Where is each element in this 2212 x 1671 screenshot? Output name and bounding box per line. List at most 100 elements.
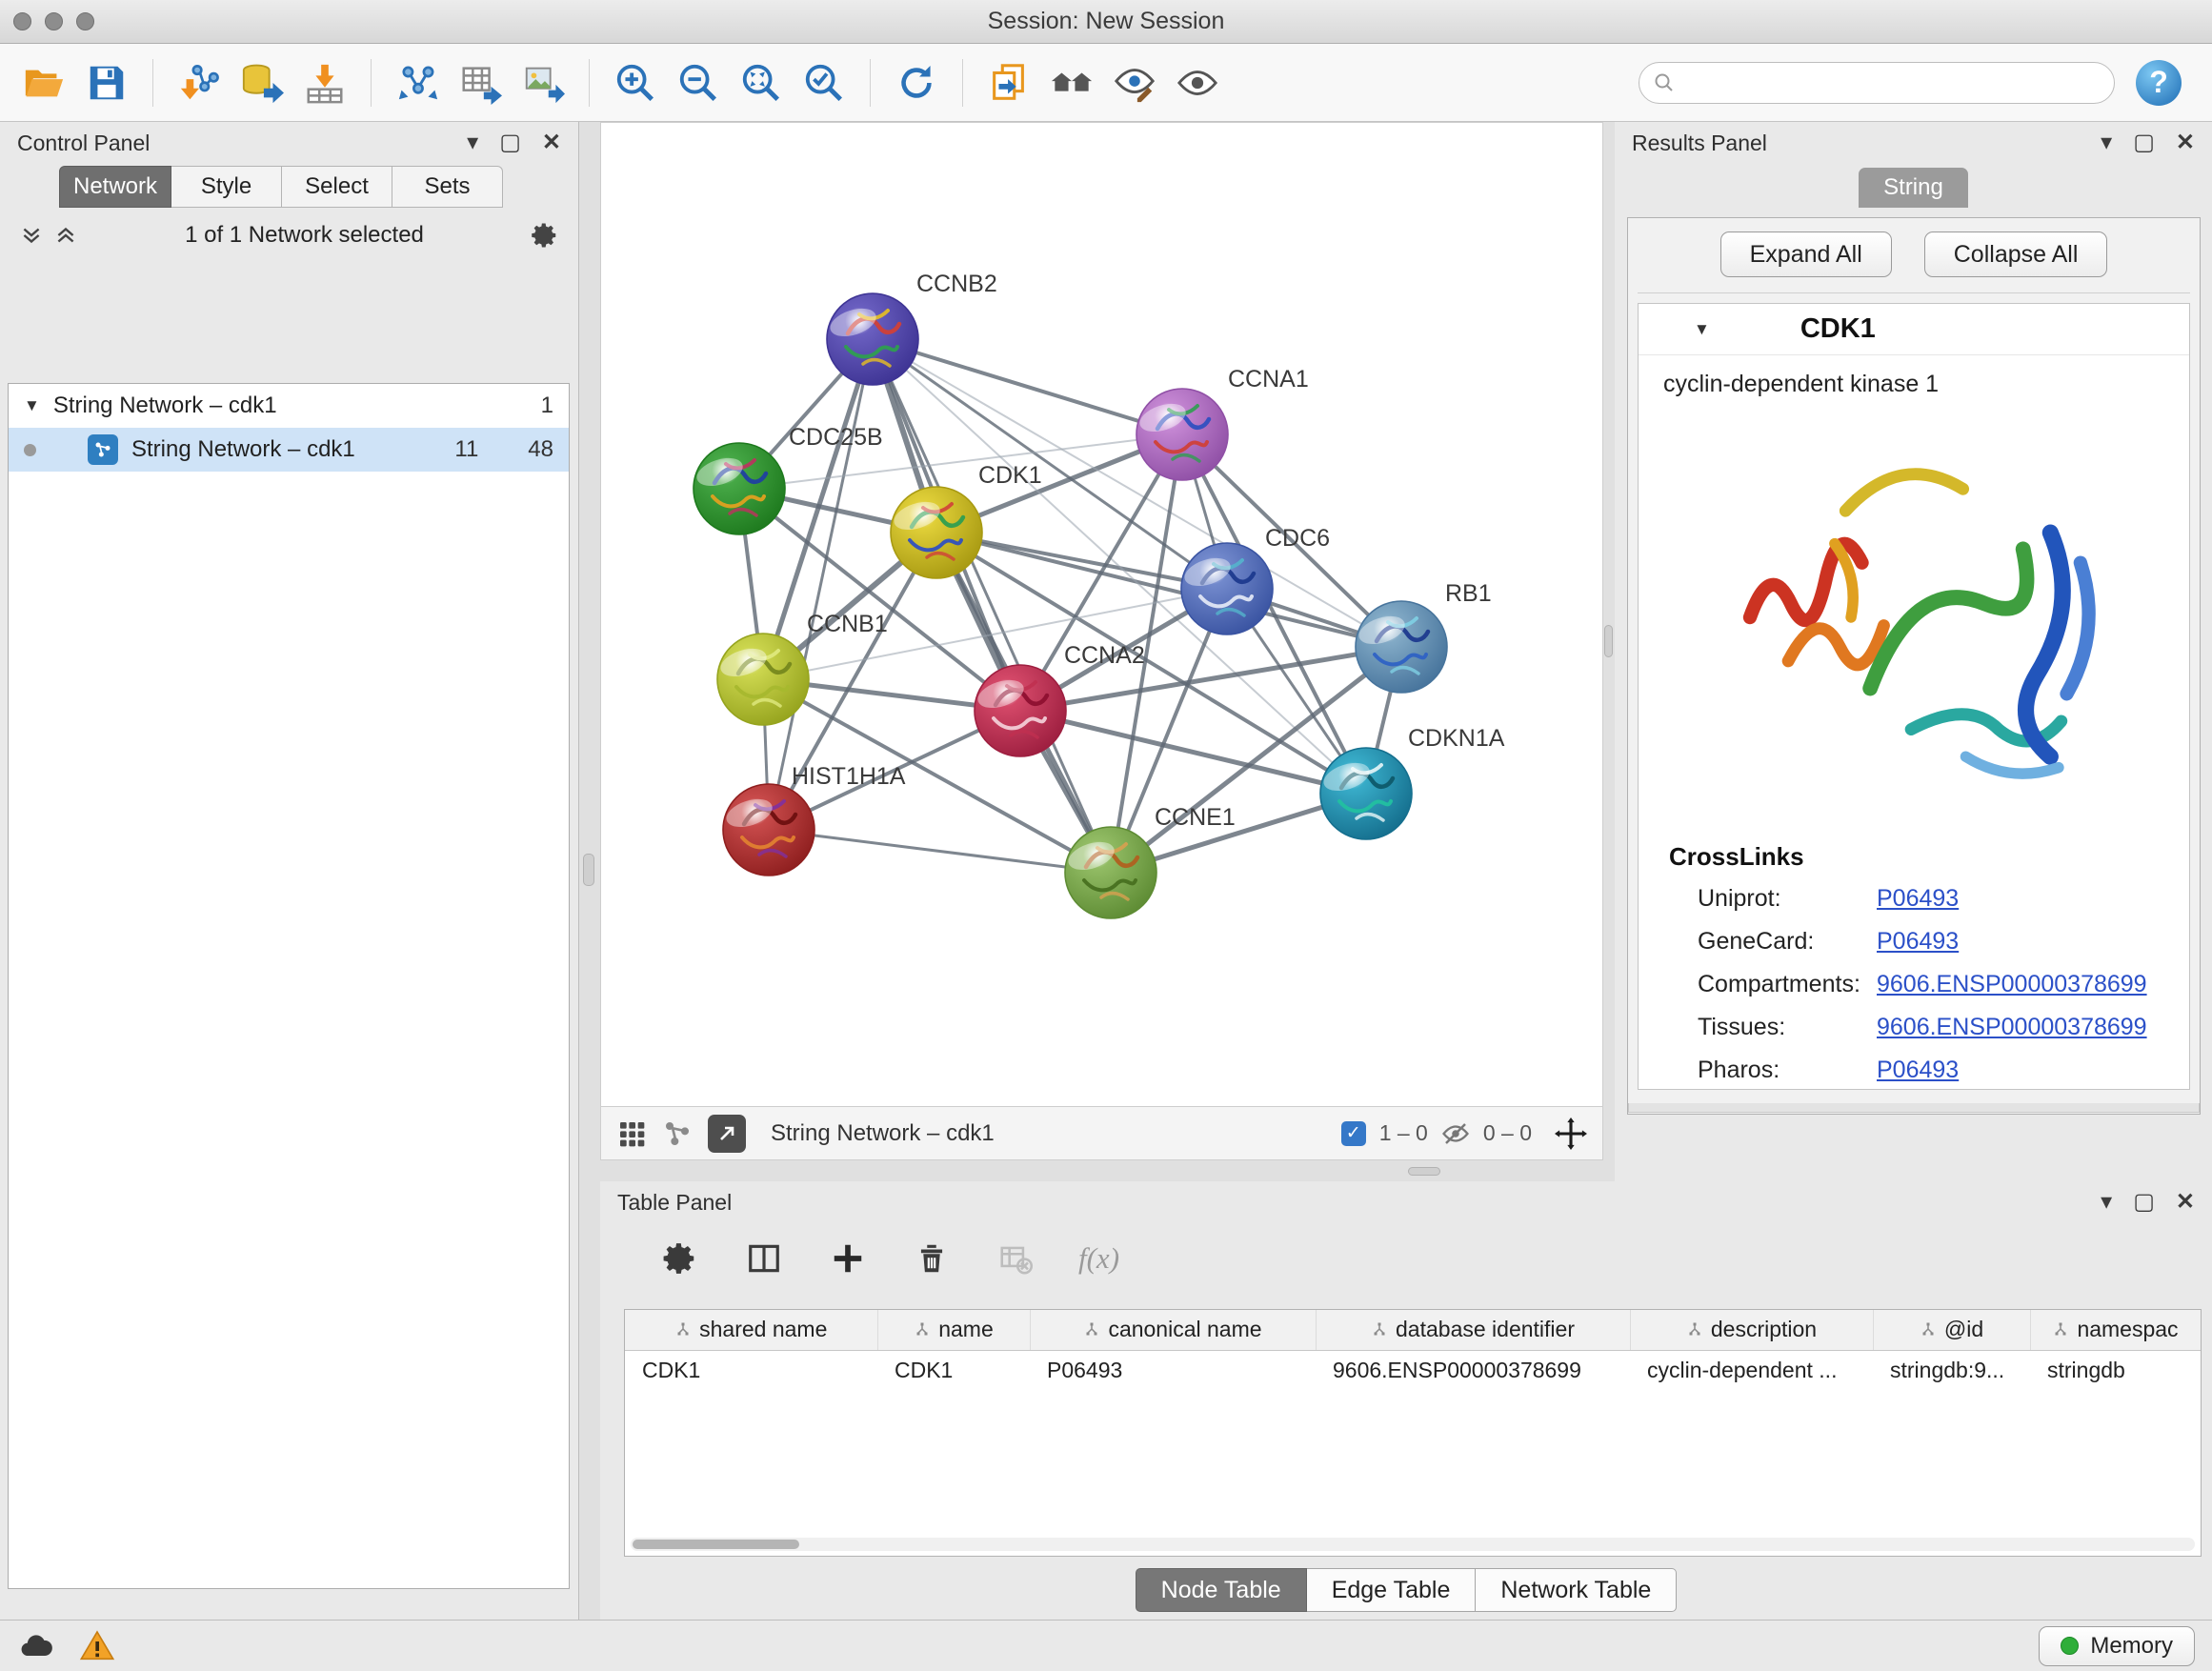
table-cell[interactable]: cyclin-dependent ... xyxy=(1630,1350,1873,1390)
column-header-shared-name[interactable]: shared name xyxy=(625,1310,877,1350)
pan-tool-icon[interactable] xyxy=(1555,1117,1587,1150)
open-in-new-icon[interactable] xyxy=(708,1115,746,1153)
network-node-CDC25B[interactable] xyxy=(694,443,785,534)
graphics-details-button[interactable] xyxy=(1106,53,1163,112)
column-header-name[interactable]: name xyxy=(877,1310,1030,1350)
crosslink-link[interactable]: 9606.ENSP00000378699 xyxy=(1877,971,2147,998)
help-button[interactable]: ? xyxy=(2136,60,2182,106)
table-cell[interactable]: stringdb xyxy=(2030,1350,2201,1390)
import-table-button[interactable] xyxy=(296,53,353,112)
import-network-from-database-button[interactable] xyxy=(233,53,291,112)
control-panel-float-icon[interactable]: ▢ xyxy=(499,131,521,154)
column-header-canonical-name[interactable]: canonical name xyxy=(1030,1310,1316,1350)
column-header-description[interactable]: description xyxy=(1630,1310,1873,1350)
results-panel-collapse-icon[interactable]: ▾ xyxy=(2101,131,2112,154)
collection-disclosure-icon[interactable]: ▼ xyxy=(24,396,40,415)
table-settings-gear-icon[interactable] xyxy=(659,1238,701,1279)
network-view[interactable]: CCNB2CCNA1CDC25BCDK1CDC6RB1CCNB1CCNA2CDK… xyxy=(600,122,1603,1107)
table-hscroll-thumb[interactable] xyxy=(633,1540,799,1549)
tab-network[interactable]: Network xyxy=(59,166,171,208)
network-edge-CCNB2-CCNA1[interactable] xyxy=(873,339,1182,434)
results-panel-close-icon[interactable]: ✕ xyxy=(2176,131,2195,154)
export-table-button[interactable] xyxy=(452,53,509,112)
column-header-namespac[interactable]: namespac xyxy=(2030,1310,2201,1350)
import-network-from-file-button[interactable] xyxy=(171,53,228,112)
table-panel-float-icon[interactable]: ▢ xyxy=(2133,1191,2155,1214)
network-row[interactable]: String Network – cdk1 11 48 xyxy=(9,428,569,472)
network-node-CDK1[interactable] xyxy=(891,487,982,578)
zoom-in-button[interactable] xyxy=(607,53,664,112)
results-hscrollbar[interactable] xyxy=(1628,1103,2200,1113)
bottom-splitter-handle[interactable] xyxy=(1408,1167,1440,1176)
crosslink-link[interactable]: P06493 xyxy=(1877,928,1959,956)
network-node-CCNB2[interactable] xyxy=(827,293,918,385)
network-edge-CCNB2-HIST1H1A[interactable] xyxy=(769,339,873,830)
table-panel-collapse-icon[interactable]: ▾ xyxy=(2101,1191,2112,1214)
table-row[interactable]: CDK1CDK1P064939606.ENSP00000378699cyclin… xyxy=(625,1350,2201,1390)
delete-table-icon[interactable] xyxy=(995,1238,1036,1279)
network-node-CCNB1[interactable] xyxy=(717,634,809,725)
network-graph[interactable]: CCNB2CCNA1CDC25BCDK1CDC6RB1CCNB1CCNA2CDK… xyxy=(601,123,1602,1106)
warning-icon[interactable] xyxy=(78,1627,116,1665)
open-session-button[interactable] xyxy=(15,53,72,112)
zoom-out-button[interactable] xyxy=(670,53,727,112)
network-edge-CCNA2-CDKN1A[interactable] xyxy=(1020,711,1366,794)
show-columns-icon[interactable] xyxy=(743,1238,785,1279)
collapse-all-button[interactable]: Collapse All xyxy=(1924,232,2108,277)
table-hscrollbar[interactable] xyxy=(631,1538,2195,1551)
column-header--id[interactable]: @id xyxy=(1873,1310,2030,1350)
table-cell[interactable]: CDK1 xyxy=(877,1350,1030,1390)
network-node-CCNA1[interactable] xyxy=(1136,389,1228,480)
apply-layout-button[interactable] xyxy=(888,53,945,112)
network-edge-CDK1-RB1[interactable] xyxy=(936,533,1401,647)
tab-string[interactable]: String xyxy=(1859,168,1968,208)
tab-edge-table[interactable]: Edge Table xyxy=(1307,1568,1477,1612)
tab-style[interactable]: Style xyxy=(171,166,282,208)
search-input[interactable] xyxy=(1685,70,2101,96)
network-node-HIST1H1A[interactable] xyxy=(723,784,814,876)
memory-button[interactable]: Memory xyxy=(2039,1626,2195,1666)
expand-all-button[interactable]: Expand All xyxy=(1720,232,1892,277)
table-cell[interactable]: P06493 xyxy=(1030,1350,1316,1390)
network-overview-icon[interactable] xyxy=(662,1118,693,1149)
table-cell[interactable]: CDK1 xyxy=(625,1350,877,1390)
network-node-CDKN1A[interactable] xyxy=(1320,748,1412,839)
table-cell[interactable]: stringdb:9... xyxy=(1873,1350,2030,1390)
network-node-CCNA2[interactable] xyxy=(975,665,1066,756)
network-node-CCNE1[interactable] xyxy=(1065,827,1156,918)
tab-select[interactable]: Select xyxy=(282,166,392,208)
selected-checkbox-icon[interactable]: ✓ xyxy=(1341,1121,1366,1146)
tab-node-table[interactable]: Node Table xyxy=(1136,1568,1307,1612)
network-edge-CCNB2-CCNE1[interactable] xyxy=(873,339,1111,873)
control-panel-close-icon[interactable]: ✕ xyxy=(542,131,561,154)
crosslink-link[interactable]: 9606.ENSP00000378699 xyxy=(1877,1014,2147,1041)
tab-network-table[interactable]: Network Table xyxy=(1476,1568,1677,1612)
delete-column-icon[interactable] xyxy=(911,1238,953,1279)
show-hide-panels-button[interactable] xyxy=(1043,53,1100,112)
zoom-selected-button[interactable] xyxy=(795,53,853,112)
export-image-button[interactable] xyxy=(514,53,572,112)
right-splitter-handle[interactable] xyxy=(1604,625,1613,657)
duplicate-network-button[interactable] xyxy=(980,53,1037,112)
birds-eye-view-button[interactable] xyxy=(1169,53,1226,112)
table-cell[interactable]: 9606.ENSP00000378699 xyxy=(1316,1350,1630,1390)
column-header-database-identifier[interactable]: database identifier xyxy=(1316,1310,1630,1350)
control-panel-collapse-icon[interactable]: ▾ xyxy=(467,131,478,154)
function-builder-icon[interactable]: f(x) xyxy=(1078,1241,1119,1276)
table-panel-close-icon[interactable]: ✕ xyxy=(2176,1191,2195,1214)
gear-icon[interactable] xyxy=(531,221,559,250)
hidden-eye-icon[interactable] xyxy=(1441,1119,1470,1148)
network-node-CDC6[interactable] xyxy=(1181,543,1273,634)
gene-disclosure-icon[interactable]: ▼ xyxy=(1694,320,1710,339)
network-collection-row[interactable]: ▼ String Network – cdk1 1 xyxy=(9,384,569,428)
collapse-all-icon[interactable] xyxy=(19,223,44,248)
search-box[interactable] xyxy=(1639,62,2115,104)
results-panel-float-icon[interactable]: ▢ xyxy=(2133,131,2155,154)
new-network-button[interactable] xyxy=(389,53,446,112)
zoom-fit-button[interactable] xyxy=(733,53,790,112)
grid-view-icon[interactable] xyxy=(616,1118,647,1149)
cloud-icon[interactable] xyxy=(17,1627,55,1665)
tab-sets[interactable]: Sets xyxy=(392,166,503,208)
crosslink-link[interactable]: P06493 xyxy=(1877,885,1959,913)
save-session-button[interactable] xyxy=(78,53,135,112)
